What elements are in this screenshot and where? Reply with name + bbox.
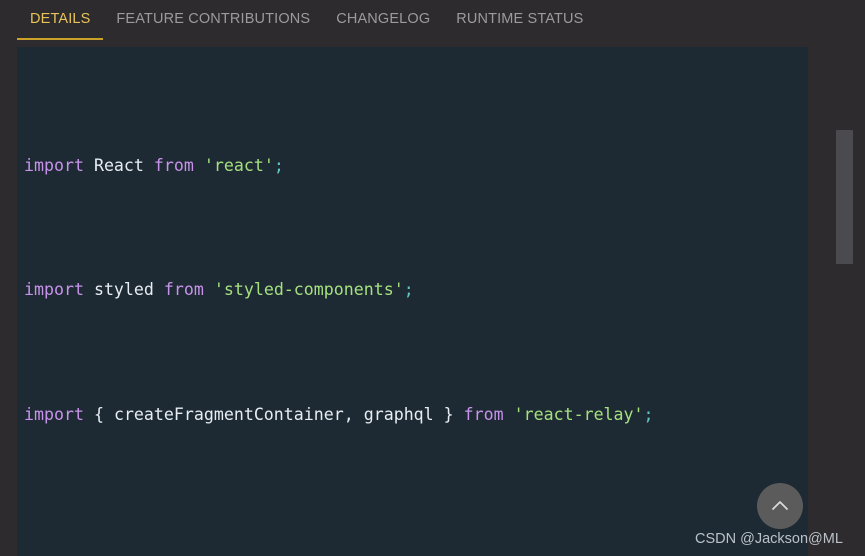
token-comma: , [344,405,354,424]
scrollbar-thumb[interactable] [836,130,853,264]
token-string: 'react' [204,156,274,175]
tab-feature-contributions-label: FEATURE CONTRIBUTIONS [116,11,310,27]
token-punct: ; [274,156,284,175]
token-keyword: from [154,156,194,175]
scrollbar-track[interactable] [836,47,853,556]
token-identifier: React [94,156,144,175]
tab-details[interactable]: DETAILS [17,0,103,27]
code-line: import React from 'react'; [17,150,808,181]
token-keyword: import [24,280,84,299]
token-string: 'styled-components' [214,280,404,299]
token-keyword: import [24,156,84,175]
tab-changelog[interactable]: CHANGELOG [323,0,443,27]
tab-feature-contributions[interactable]: FEATURE CONTRIBUTIONS [103,0,323,27]
code-line: import { createFragmentContainer, graphq… [17,399,808,430]
scroll-to-top-button[interactable] [757,483,803,529]
token-brace: } [444,405,454,424]
tab-runtime-status[interactable]: RUNTIME STATUS [443,0,596,27]
token-keyword: from [164,280,204,299]
token-brace: { [94,405,104,424]
token-punct: ; [644,405,654,424]
token-identifier: styled [94,280,154,299]
tab-details-label: DETAILS [30,11,90,27]
token-identifier: graphql [364,405,434,424]
token-identifier: createFragmentContainer [114,405,344,424]
tab-changelog-label: CHANGELOG [336,11,430,27]
token-keyword: from [464,405,504,424]
code-line: import styled from 'styled-components'; [17,274,808,305]
code-content: import React from 'react'; import styled… [17,56,808,556]
extension-detail-view: DETAILS FEATURE CONTRIBUTIONS CHANGELOG … [0,0,865,556]
token-string: 'react-relay' [514,405,644,424]
tab-active-underline [17,38,103,40]
token-keyword: import [24,405,84,424]
code-line-blank [17,524,808,555]
tab-runtime-status-label: RUNTIME STATUS [456,11,583,27]
tab-bar: DETAILS FEATURE CONTRIBUTIONS CHANGELOG … [0,0,865,47]
code-sample-block[interactable]: import React from 'react'; import styled… [17,47,808,556]
chevron-up-icon [768,494,792,518]
token-punct: ; [404,280,414,299]
